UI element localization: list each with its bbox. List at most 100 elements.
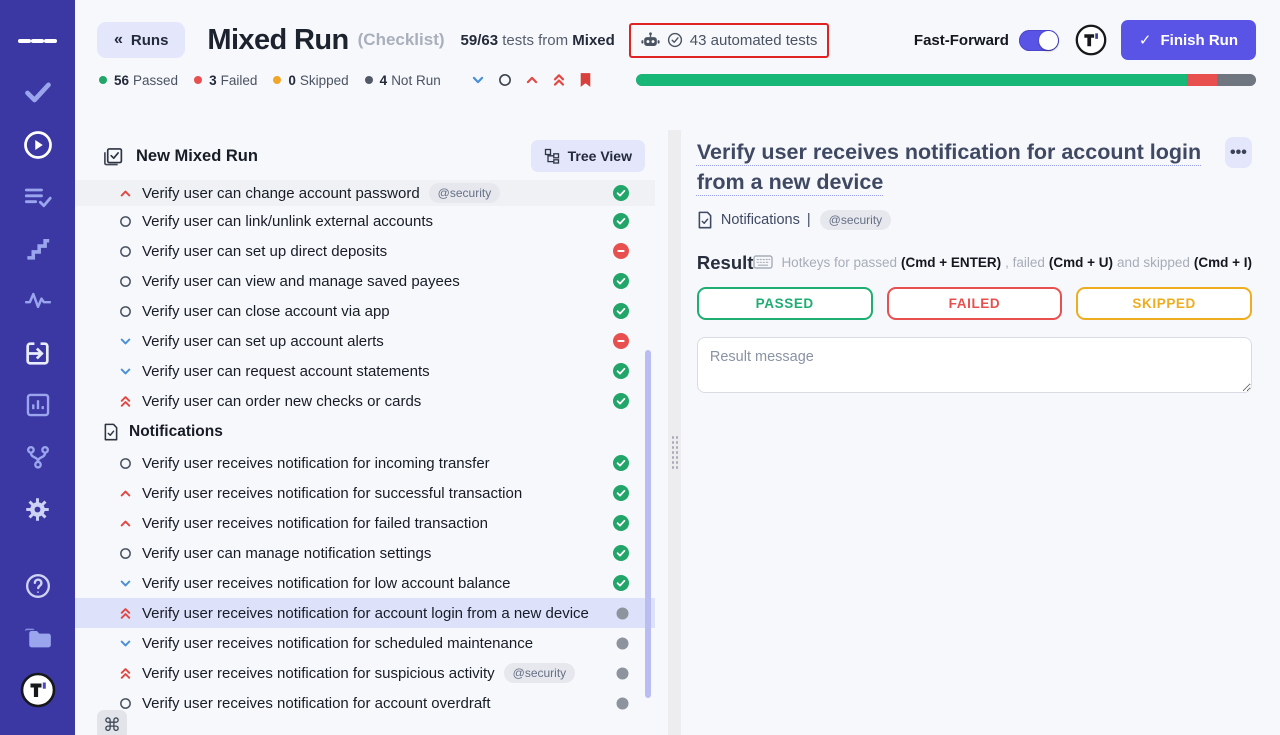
run-panel-header: New Mixed Run Tree View xyxy=(75,130,655,180)
bookmark-icon[interactable] xyxy=(579,72,592,88)
fast-forward-label: Fast-Forward xyxy=(914,32,1009,49)
status-passed-icon xyxy=(603,185,629,201)
menu-icon[interactable] xyxy=(18,24,58,58)
priority-normal-icon xyxy=(118,245,132,258)
test-row-label: Verify user can set up account alerts xyxy=(142,333,384,350)
stat-failed: 3Failed xyxy=(194,73,257,88)
test-row[interactable]: Verify user can change account password@… xyxy=(75,180,655,206)
test-row-label: Verify user can set up direct deposits xyxy=(142,243,387,260)
brand-logo-small[interactable] xyxy=(1075,24,1107,56)
list-scrollbar-thumb[interactable] xyxy=(645,350,651,698)
priority-critical-icon xyxy=(118,394,132,409)
priority-normal-icon xyxy=(118,547,132,560)
test-list-panel: New Mixed Run Tree View Verify user can … xyxy=(75,130,655,735)
chevron-down-filter-icon[interactable] xyxy=(471,73,485,87)
test-title[interactable]: Verify user receives notification for ac… xyxy=(697,137,1225,197)
chevron-up-filter-icon[interactable] xyxy=(525,73,539,87)
test-row[interactable]: Verify user can set up account alerts xyxy=(75,326,655,356)
status-passed-icon xyxy=(603,485,629,501)
help-icon[interactable] xyxy=(18,569,58,603)
hotkeys-hint: Hotkeys for passed (Cmd + ENTER) , faile… xyxy=(753,255,1252,270)
test-row[interactable]: Verify user receives notification for in… xyxy=(75,448,655,478)
test-row[interactable]: Verify user can request account statemen… xyxy=(75,356,655,386)
verdict-skipped-button[interactable]: SKIPPED xyxy=(1076,287,1252,320)
double-chevron-up-filter-icon[interactable] xyxy=(552,72,566,88)
stat-skipped: 0Skipped xyxy=(273,73,348,88)
status-notrun-icon xyxy=(606,697,629,710)
import-icon[interactable] xyxy=(18,336,58,370)
priority-critical-icon xyxy=(118,666,132,681)
more-actions-button[interactable]: ••• xyxy=(1225,137,1252,168)
test-row-label: Verify user receives notification for lo… xyxy=(142,575,511,592)
branches-icon[interactable] xyxy=(18,440,58,474)
test-row[interactable]: Verify user receives notification for sc… xyxy=(75,628,655,658)
tasks-check-icon[interactable] xyxy=(18,76,58,110)
test-row[interactable]: Verify user receives notification for su… xyxy=(75,658,655,688)
test-row[interactable]: Verify user can order new checks or card… xyxy=(75,386,655,416)
tree-view-button[interactable]: Tree View xyxy=(531,140,645,172)
runs-play-icon[interactable] xyxy=(18,128,58,162)
pulse-icon[interactable] xyxy=(18,284,58,318)
priority-normal-icon xyxy=(118,457,132,470)
skipped-dot-icon xyxy=(273,76,281,84)
priority-low-icon xyxy=(118,365,132,378)
fast-forward-toggle[interactable] xyxy=(1019,30,1059,51)
finish-run-button[interactable]: ✓ Finish Run xyxy=(1121,20,1256,60)
test-plans-icon[interactable] xyxy=(18,180,58,214)
status-passed-icon xyxy=(603,363,629,379)
test-row-label: Verify user can request account statemen… xyxy=(142,363,430,380)
test-row-label: Verify user can close account via app xyxy=(142,303,390,320)
status-passed-icon xyxy=(603,575,629,591)
verdict-passed-button[interactable]: PASSED xyxy=(697,287,873,320)
test-row[interactable]: Verify user can close account via app xyxy=(75,296,655,326)
test-row[interactable]: Verify user can view and manage saved pa… xyxy=(75,266,655,296)
result-heading: Result xyxy=(697,252,754,274)
result-message-input[interactable] xyxy=(697,337,1252,393)
document-icon xyxy=(103,423,119,441)
automated-tests-chip[interactable]: 43 automated tests xyxy=(629,23,830,58)
test-row[interactable]: Verify user can link/unlink external acc… xyxy=(75,206,655,236)
analytics-icon[interactable] xyxy=(18,388,58,422)
back-to-runs-button[interactable]: « Runs xyxy=(97,22,185,58)
test-row[interactable]: Verify user receives notification for su… xyxy=(75,478,655,508)
priority-low-icon xyxy=(118,577,132,590)
security-tag[interactable]: @security xyxy=(820,210,892,230)
test-row[interactable]: Verify user receives notification for ac… xyxy=(75,688,655,718)
test-row[interactable]: Verify user receives notification for fa… xyxy=(75,508,655,538)
projects-folder-icon[interactable] xyxy=(18,621,58,655)
run-progress-bar xyxy=(636,74,1256,86)
settings-gear-icon[interactable] xyxy=(18,492,58,526)
check-icon: ✓ xyxy=(1139,31,1152,49)
test-row-label: Verify user receives notification for su… xyxy=(142,665,495,682)
splitter-grip-icon[interactable] xyxy=(671,435,678,471)
automated-tests-label: 43 automated tests xyxy=(690,32,818,49)
steps-icon[interactable] xyxy=(18,232,58,266)
suite-section-row[interactable]: Notifications xyxy=(75,416,655,448)
verdict-failed-button[interactable]: FAILED xyxy=(887,287,1063,320)
notrun-dot-icon xyxy=(365,76,373,84)
suite-section-label: Notifications xyxy=(129,423,223,441)
test-row[interactable]: Verify user can manage notification sett… xyxy=(75,538,655,568)
breadcrumb: Notifications | @security xyxy=(697,210,1252,230)
command-palette-button[interactable]: ⌘ xyxy=(97,710,127,735)
test-row-selected[interactable]: Verify user receives notification for ac… xyxy=(75,598,655,628)
top-bar: « Runs Mixed Run (Checklist) 59/63 tests… xyxy=(75,0,1280,66)
keyboard-icon xyxy=(753,255,773,269)
security-tag: @security xyxy=(429,183,501,203)
test-detail-panel: Verify user receives notification for ac… xyxy=(681,130,1280,735)
priority-high-icon xyxy=(118,517,132,530)
test-row[interactable]: Verify user can set up direct deposits xyxy=(75,236,655,266)
breadcrumb-suite[interactable]: Notifications xyxy=(721,212,800,228)
status-passed-icon xyxy=(603,393,629,409)
brand-logo[interactable] xyxy=(18,673,58,707)
circle-filter-icon[interactable] xyxy=(498,73,512,87)
test-row[interactable]: Verify user receives notification for lo… xyxy=(75,568,655,598)
progress-passed-segment xyxy=(636,74,1187,86)
progress-failed-segment xyxy=(1187,74,1217,86)
panel-splitter[interactable] xyxy=(668,130,681,735)
run-panel-title: New Mixed Run xyxy=(136,147,258,166)
filter-icons xyxy=(471,72,592,88)
test-row-label: Verify user receives notification for sc… xyxy=(142,635,533,652)
passed-dot-icon xyxy=(99,76,107,84)
test-row-label: Verify user can manage notification sett… xyxy=(142,545,431,562)
